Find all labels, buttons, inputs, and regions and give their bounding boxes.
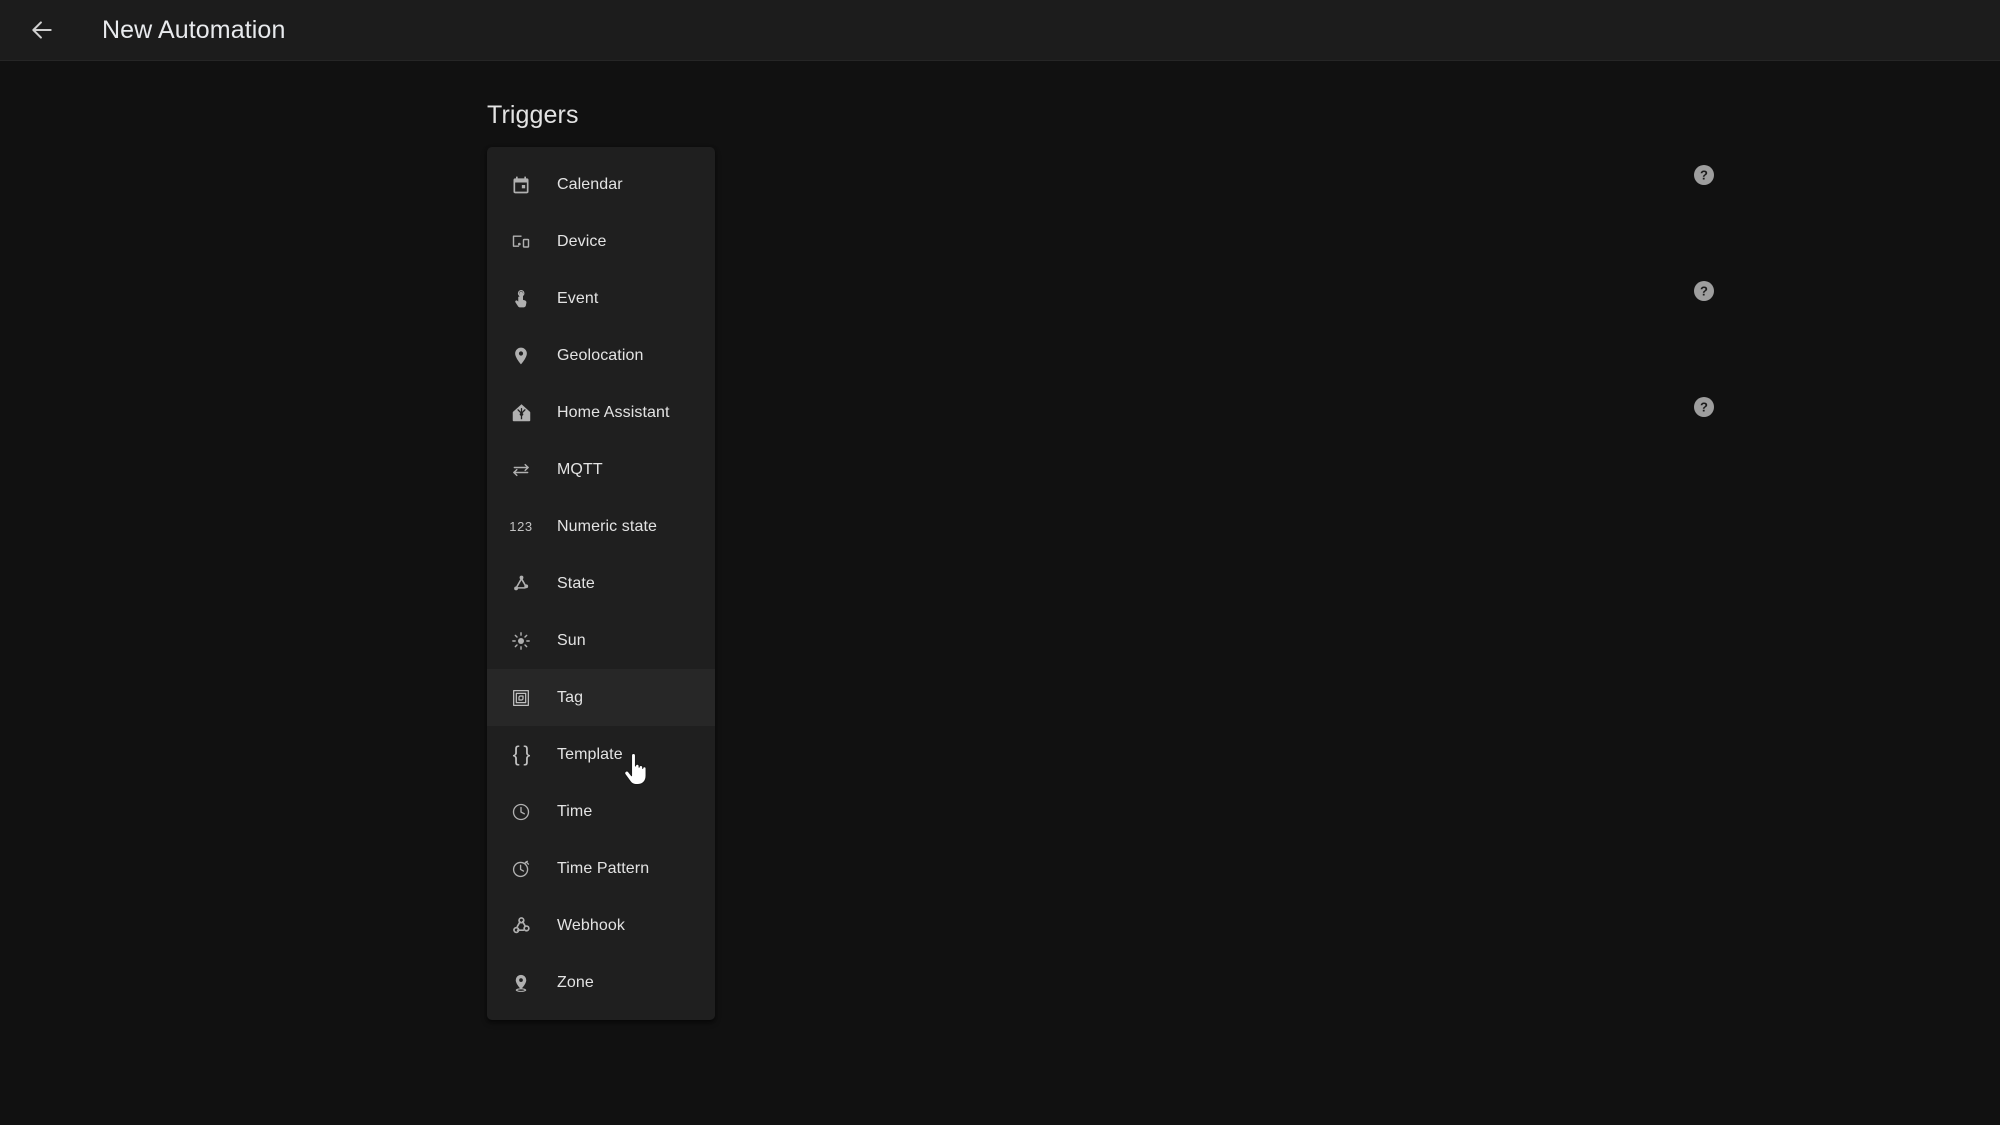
help-circle-icon: ?	[1692, 395, 1716, 419]
code-braces-icon: { }	[512, 743, 531, 766]
menu-item-label: MQTT	[557, 460, 603, 478]
menu-item-time[interactable]: Time	[487, 783, 715, 840]
menu-item-label: Zone	[557, 973, 594, 991]
arrow-left-icon	[29, 17, 55, 43]
numeric-icon: 123	[509, 519, 533, 534]
nfc-tag-icon	[504, 688, 538, 708]
menu-item-label: Home Assistant	[557, 403, 670, 421]
svg-text:?: ?	[1700, 284, 1708, 299]
menu-item-template[interactable]: { } Template	[487, 726, 715, 783]
menu-item-state[interactable]: State	[487, 555, 715, 612]
section-heading-triggers: Triggers	[487, 101, 579, 129]
menu-item-label: Device	[557, 232, 607, 250]
back-button[interactable]	[18, 6, 66, 54]
gesture-tap-icon	[504, 289, 538, 309]
menu-item-tag[interactable]: Tag	[487, 669, 715, 726]
menu-item-event[interactable]: Event	[487, 270, 715, 327]
app-bar: New Automation	[0, 0, 2000, 61]
calendar-icon	[504, 175, 538, 195]
svg-text:?: ?	[1700, 168, 1708, 183]
menu-item-webhook[interactable]: Webhook	[487, 897, 715, 954]
menu-item-zone[interactable]: Zone	[487, 954, 715, 1011]
trigger-type-menu[interactable]: Calendar Device Event Geolocation Home A…	[487, 147, 715, 1020]
menu-item-label: State	[557, 574, 595, 592]
menu-item-label: Webhook	[557, 916, 626, 934]
swap-horizontal-icon	[504, 460, 538, 480]
menu-item-label: Geolocation	[557, 346, 644, 364]
actions-help-button[interactable]: ?	[1686, 389, 1722, 425]
page-body: Triggers ? ? ? Calendar Device Event Geo…	[0, 61, 2000, 1125]
menu-item-calendar[interactable]: Calendar	[487, 156, 715, 213]
menu-item-label: Event	[557, 289, 599, 307]
help-circle-icon: ?	[1692, 279, 1716, 303]
triggers-help-button[interactable]: ?	[1686, 157, 1722, 193]
map-marker-radius-icon	[504, 973, 538, 993]
timer-cog-icon	[504, 859, 538, 879]
menu-item-device[interactable]: Device	[487, 213, 715, 270]
state-machine-icon	[504, 573, 538, 594]
webhook-icon	[504, 915, 538, 936]
menu-item-label: Calendar	[557, 175, 623, 193]
home-assistant-icon	[504, 402, 538, 423]
menu-item-label: Template	[557, 745, 623, 763]
sun-icon	[504, 631, 538, 651]
help-circle-icon: ?	[1692, 163, 1716, 187]
svg-text:?: ?	[1700, 400, 1708, 415]
menu-item-label: Tag	[557, 688, 584, 706]
map-marker-icon	[504, 346, 538, 366]
menu-item-mqtt[interactable]: MQTT	[487, 441, 715, 498]
menu-item-numeric-state[interactable]: 123 Numeric state	[487, 498, 715, 555]
conditions-help-button[interactable]: ?	[1686, 273, 1722, 309]
menu-item-label: Numeric state	[557, 517, 657, 535]
clock-outline-icon	[504, 802, 538, 822]
device-icon	[504, 232, 538, 252]
menu-item-geolocation[interactable]: Geolocation	[487, 327, 715, 384]
menu-item-home-assistant[interactable]: Home Assistant	[487, 384, 715, 441]
menu-item-label: Time	[557, 802, 593, 820]
page-title: New Automation	[102, 15, 286, 44]
menu-item-label: Sun	[557, 631, 586, 649]
menu-item-sun[interactable]: Sun	[487, 612, 715, 669]
menu-item-label: Time Pattern	[557, 859, 650, 877]
menu-item-time-pattern[interactable]: Time Pattern	[487, 840, 715, 897]
